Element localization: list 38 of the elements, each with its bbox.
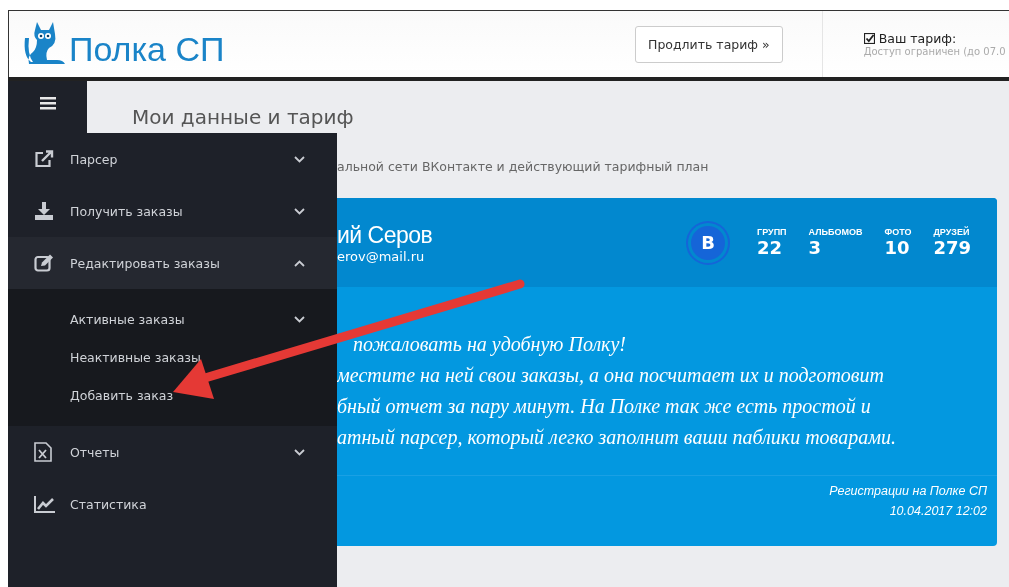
- submenu-item[interactable]: Добавить заказ: [8, 376, 337, 414]
- menu-item[interactable]: Редактировать заказы: [8, 237, 337, 289]
- download-icon: [34, 202, 54, 220]
- stat-value: 10: [884, 236, 911, 259]
- submenu-item[interactable]: Неактивные заказы: [8, 338, 337, 376]
- line-chart-icon: [34, 495, 56, 513]
- chevron-down-icon: [294, 207, 305, 215]
- menu-item[interactable]: Парсер: [8, 133, 337, 185]
- registration-label: Регистрации на Полке СП: [829, 484, 987, 498]
- menu-icon[interactable]: [39, 97, 56, 110]
- tariff-label: Ваш тариф:: [878, 31, 957, 46]
- menu-item[interactable]: Получить заказы: [8, 185, 337, 237]
- submenu-item[interactable]: Активные заказы: [8, 300, 337, 338]
- stat-label: ФОТО: [884, 226, 912, 237]
- page-title: Мои данные и тариф: [132, 107, 355, 127]
- stat-label: ГРУПП: [757, 226, 787, 237]
- logo-text: Полка СП: [69, 32, 225, 70]
- chevron-down-icon: [294, 315, 305, 323]
- stat-value: 3: [808, 236, 823, 259]
- page-subtitle: альной сети ВКонтакте и действующий тарифный план: [337, 159, 710, 174]
- welcome-text: пожаловать на удобную Полку! местите на ней свои заказы, а она посчитает их и подготовит бный отчет за пару минут. На Полке так же есть простой и атный парсер, который легко заполнит ваши паблики товарами.: [337, 332, 897, 451]
- spreadsheet-file-icon: [34, 442, 52, 462]
- stat-label: АЛЬБОМОВ: [808, 226, 863, 237]
- tariff-note: Доступ ограничен (до 07.0: [863, 46, 1006, 57]
- extend-tariff-button[interactable]: Продлить тариф »: [635, 25, 783, 63]
- stat-label: ДРУЗЕЙ: [933, 226, 971, 237]
- edit-icon: [34, 254, 54, 272]
- profile-email: erov@mail.ru: [337, 248, 426, 264]
- chevron-down-icon: [294, 448, 305, 456]
- stat-value: 22: [757, 236, 784, 259]
- menu-item[interactable]: Отчеты: [8, 426, 337, 478]
- registration-date: 10.04.2017 12:02: [889, 504, 987, 518]
- external-link-icon: [34, 150, 54, 168]
- menu-item[interactable]: Статистика: [8, 478, 337, 530]
- profile-name: ий Серов: [337, 221, 434, 249]
- chevron-down-icon: [294, 155, 305, 163]
- chevron-up-icon: [294, 259, 305, 267]
- stat-value: 279: [933, 236, 971, 259]
